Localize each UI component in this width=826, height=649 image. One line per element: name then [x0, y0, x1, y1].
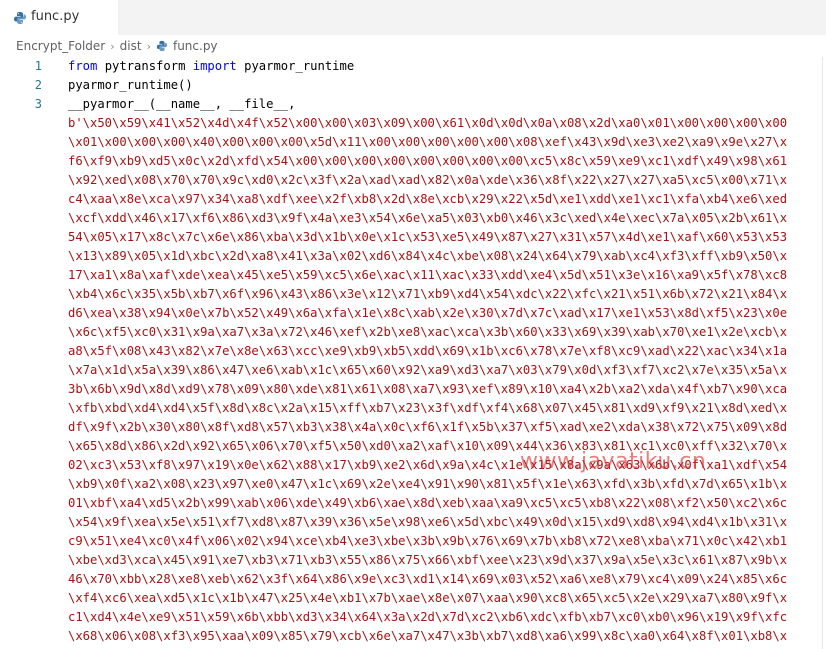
keyword-from: from [68, 59, 98, 73]
breadcrumb: Encrypt_Folder › dist › func.py [16, 38, 218, 54]
code-line-3: __pyarmor__(__name__, __file__, [68, 97, 296, 111]
bytes-line: \xf4\xc6\xea\xd5\x1c\x1b\x47\x25\x4e\xb1… [68, 591, 788, 605]
bytes-line: 46\x70\xbb\x28\xe8\xeb\x62\x3f\x64\x86\x… [68, 572, 788, 586]
bytes-line: \xcf\xdd\x46\x17\xf6\x86\xd3\x9f\x4a\xe3… [68, 211, 788, 225]
keyword-import: import [192, 59, 237, 73]
chevron-right-icon: › [110, 39, 115, 53]
line-number: 1 [34, 59, 42, 73]
bytes-line: \x13\x89\x05\x1d\xbc\x2d\xa8\x41\x3a\x02… [68, 249, 788, 263]
bytes-line: b'\x50\x59\x41\x52\x4d\x4f\x52\x00\x00\x… [68, 116, 788, 130]
imported-name: pyarmor_runtime [236, 59, 355, 73]
bytes-line: d6\xea\x38\x94\x0e\x7b\x52\x49\x6a\xfa\x… [68, 306, 788, 320]
bytes-line: 3b\x6b\x9d\x8d\xd9\x78\x09\x80\xde\x81\x… [68, 382, 788, 396]
bytes-line: \x6c\xf5\xc0\x31\x9a\xa7\x3a\x72\x46\xef… [68, 325, 788, 339]
module-name: pytransform [97, 59, 193, 73]
bytes-line: df\x9f\x2b\x30\x80\x8f\xd8\x57\xb3\x38\x… [68, 420, 788, 434]
python-file-icon [156, 40, 168, 52]
breadcrumb-file[interactable]: func.py [173, 39, 218, 53]
bytes-line: 17\xa1\x8a\xaf\xde\xea\x45\xe5\x59\xc5\x… [68, 268, 788, 282]
bytes-line: \x7a\x1d\x5a\x39\x86\x47\xe6\xab\x1c\x65… [68, 363, 788, 377]
bytes-line: \xb9\x0f\xa2\x08\x23\x97\xe0\x47\x1c\x69… [68, 477, 788, 491]
bytes-line: \x68\x06\x08\xf3\x95\xaa\x09\x85\x79\xcb… [68, 629, 788, 643]
bytes-line: \x54\x9f\xea\x5e\x51\xf7\xd8\x87\x39\x36… [68, 515, 788, 529]
breadcrumb-dist[interactable]: dist [120, 39, 142, 53]
bytes-line: c9\x51\xe4\xc0\x4f\x06\x02\x94\xce\xb4\x… [68, 534, 788, 548]
tab-label: func.py [31, 9, 80, 24]
python-file-icon [14, 12, 26, 24]
bytes-line: \xbe\xd3\xca\x45\x91\xe7\xb3\x71\xb3\x55… [68, 553, 788, 567]
line-number: 2 [34, 78, 42, 92]
watermark: www.javatiku.cn [520, 449, 707, 474]
bytes-line: c4\xaa\x8e\xca\x97\x34\xa8\xdf\xee\x2f\x… [68, 192, 788, 206]
code-line-2: pyarmor_runtime() [68, 78, 193, 92]
bytes-line: a8\x5f\x08\x43\x82\x7e\x8e\x63\xcc\xe9\x… [68, 344, 788, 358]
tab-bar: func.py [0, 0, 826, 35]
bytes-line: \x01\x00\x00\x00\x40\x00\x00\x00\x5d\x11… [68, 135, 788, 149]
bytes-line: \xb4\x6c\x35\x5b\xb7\x6f\x96\x43\x86\x3e… [68, 287, 788, 301]
bytes-line: \x92\xed\x08\x70\x70\x9c\xd0\x2c\x3f\x2a… [68, 173, 788, 187]
bytes-line: f6\xf9\xb9\xd5\x0c\x2d\xfd\x54\x00\x00\x… [68, 154, 788, 168]
bytes-line: \xfb\xbd\xd4\xd4\x5f\x8d\x8c\x2a\x15\xff… [68, 401, 788, 415]
chevron-right-icon: › [146, 39, 151, 53]
editor-ruler [822, 57, 823, 649]
line-number: 3 [34, 97, 42, 111]
tab-func-py[interactable]: func.py [0, 0, 118, 35]
bytes-line: c1\xd4\x4e\xe9\x51\x59\x6b\xbb\xd3\x34\x… [68, 610, 788, 624]
breadcrumb-folder[interactable]: Encrypt_Folder [16, 39, 105, 53]
code-line-1: from pytransform import pyarmor_runtime [68, 57, 354, 76]
bytes-line: 01\xbf\xa4\xd5\x2b\x99\xab\x06\xde\x49\x… [68, 496, 788, 510]
bytes-line: 54\x05\x17\x8c\x7c\x6e\x86\xba\x3d\x1b\x… [68, 230, 788, 244]
